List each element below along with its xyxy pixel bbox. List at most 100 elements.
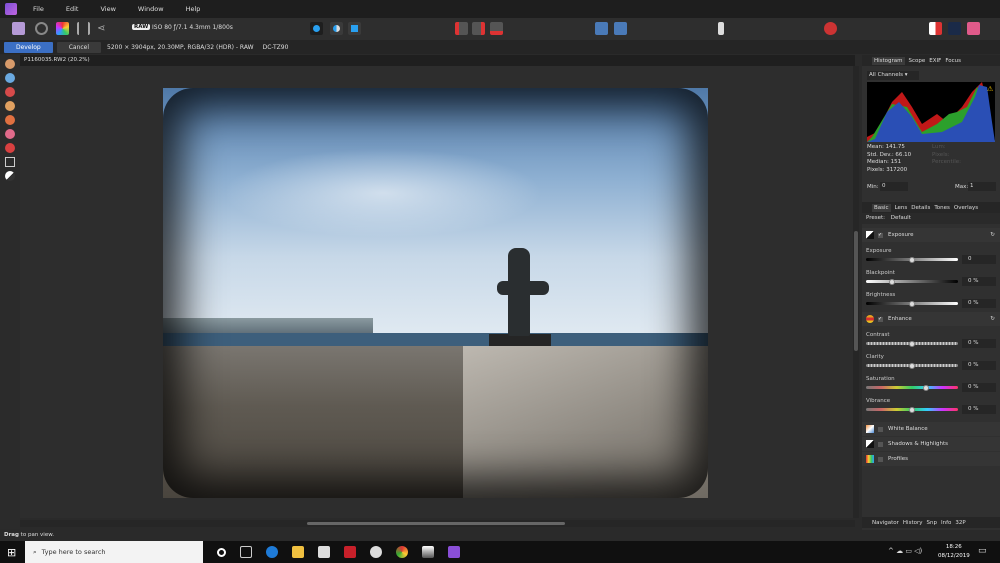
red-eye-tool-icon[interactable] — [5, 87, 15, 97]
saturation-slider[interactable]: 0 % — [866, 383, 1000, 392]
tab-info[interactable]: Info — [941, 520, 951, 526]
blackpoint-value[interactable]: 0 % — [962, 277, 996, 286]
max-field[interactable]: 1 — [968, 182, 996, 191]
overlay-paint-tool-icon[interactable] — [5, 115, 15, 125]
blackpoint-handle[interactable] — [888, 278, 895, 285]
edge-icon[interactable] — [266, 546, 278, 558]
menu-edit[interactable]: Edit — [66, 5, 79, 13]
exposure-checkbox[interactable]: ✓ — [878, 232, 883, 238]
tone-mapping-persona-icon[interactable] — [77, 22, 90, 35]
blackpoint-track[interactable] — [866, 280, 958, 283]
develop-button[interactable]: Develop — [4, 41, 53, 53]
tab-history[interactable]: History — [903, 520, 923, 526]
taskbar-search[interactable]: ⌕ Type here to search — [25, 541, 203, 563]
enhance-section[interactable]: ✓ Enhance ↻ — [862, 312, 1000, 326]
blackpoint-slider[interactable]: 0 % — [866, 277, 1000, 286]
photo-preview[interactable] — [163, 88, 708, 498]
brightness-value[interactable]: 0 % — [962, 299, 996, 308]
tab-overlays[interactable]: Overlays — [954, 205, 978, 211]
contrast-value[interactable]: 0 % — [962, 339, 996, 348]
white-balance-section[interactable]: White Balance — [862, 422, 1000, 436]
liquify-persona-icon[interactable] — [35, 22, 48, 35]
menu-view[interactable]: View — [100, 5, 115, 13]
tab-basic[interactable]: Basic — [872, 203, 891, 212]
clipping-tones-icon[interactable] — [490, 22, 503, 35]
enhance-checkbox[interactable]: ✓ — [878, 316, 883, 322]
overlay-icon[interactable] — [948, 22, 961, 35]
color-picker-icon[interactable] — [967, 22, 980, 35]
exposure-section[interactable]: ✓ Exposure ↻ — [862, 228, 1000, 242]
share-icon[interactable]: ⋖ — [97, 22, 110, 35]
menu-help[interactable]: Help — [186, 5, 201, 13]
affinity-develop-icon[interactable] — [370, 546, 382, 558]
horizontal-scrollbar[interactable] — [20, 520, 855, 527]
menu-file[interactable]: File — [33, 5, 44, 13]
mcafee-icon[interactable] — [344, 546, 356, 558]
shadows-highlights-section[interactable]: Shadows & Highlights — [862, 437, 1000, 451]
tab-exif[interactable]: EXIF — [929, 58, 941, 64]
tab-details[interactable]: Details — [911, 205, 930, 211]
photo-persona-icon[interactable] — [12, 22, 25, 35]
saturation-track[interactable] — [866, 386, 958, 389]
crop-tool-icon[interactable] — [5, 157, 15, 167]
photos-icon[interactable] — [422, 546, 434, 558]
reset-exposure-icon[interactable]: ↻ — [990, 232, 995, 238]
vertical-scrollbar[interactable] — [853, 66, 859, 518]
hand-tool-icon[interactable] — [5, 59, 15, 69]
profiles-section[interactable]: Profiles — [862, 452, 1000, 466]
tab-focus[interactable]: Focus — [945, 58, 961, 64]
task-view-icon[interactable] — [240, 546, 252, 558]
show-after-icon[interactable] — [614, 22, 627, 35]
channel-select[interactable]: All Channels ▾ — [867, 71, 919, 80]
preset-select[interactable]: Preset: Default — [862, 213, 1000, 224]
affinity-photo-logo[interactable] — [5, 3, 17, 15]
tab-snapshots[interactable]: Snp — [927, 520, 937, 526]
mirror-view-icon[interactable] — [348, 22, 361, 35]
document-tab[interactable]: P1160035.RW2 (20.2%) — [20, 55, 855, 66]
exposure-slider[interactable]: 0 — [866, 255, 1000, 264]
cortana-icon[interactable] — [217, 547, 226, 557]
develop-persona-icon[interactable] — [56, 22, 69, 35]
show-before-icon[interactable] — [595, 22, 608, 35]
overlay-erase-tool-icon[interactable] — [5, 129, 15, 139]
tab-tones[interactable]: Tones — [934, 205, 950, 211]
reset-icon[interactable] — [824, 22, 837, 35]
clock-date[interactable]: 08/12/2019 — [938, 552, 970, 561]
file-explorer-icon[interactable] — [292, 546, 304, 558]
cancel-button[interactable]: Cancel — [56, 41, 102, 53]
exposure-value[interactable]: 0 — [962, 255, 996, 264]
vibrance-value[interactable]: 0 % — [962, 405, 996, 414]
affinity-photo-icon[interactable] — [448, 546, 460, 558]
overlay-gradient-tool-icon[interactable] — [5, 143, 15, 153]
clipping-highlights-icon[interactable] — [455, 22, 468, 35]
clock-time[interactable]: 18:26 — [938, 543, 970, 552]
tab-histogram[interactable]: Histogram — [872, 56, 905, 65]
blemish-removal-tool-icon[interactable] — [5, 101, 15, 111]
brightness-handle[interactable] — [909, 300, 915, 307]
shadows-highlights-checkbox[interactable] — [878, 441, 883, 447]
exposure-handle[interactable] — [909, 256, 915, 263]
split-view-icon[interactable] — [330, 22, 343, 35]
white-balance-tool-icon[interactable] — [5, 171, 15, 181]
clipping-shadows-icon[interactable] — [472, 22, 485, 35]
contrast-slider[interactable]: 0 % — [866, 339, 1000, 348]
clarity-handle[interactable] — [909, 362, 915, 369]
saturation-value[interactable]: 0 % — [962, 383, 996, 392]
clarity-value[interactable]: 0 % — [962, 361, 996, 370]
assistant-icon[interactable] — [718, 22, 724, 35]
mask-icon[interactable] — [929, 22, 942, 35]
zoom-tool-icon[interactable] — [5, 73, 15, 83]
tab-scope[interactable]: Scope — [909, 58, 926, 64]
min-field[interactable]: 0 — [880, 182, 908, 191]
profiles-checkbox[interactable] — [878, 456, 883, 462]
brightness-slider[interactable]: 0 % — [866, 299, 1000, 308]
contrast-handle[interactable] — [909, 340, 915, 347]
notifications-icon[interactable]: ▭ — [978, 546, 987, 556]
chrome-icon[interactable] — [396, 546, 408, 558]
tab-navigator[interactable]: Navigator — [872, 520, 899, 526]
clarity-slider[interactable]: 0 % — [866, 361, 1000, 370]
tray-icons[interactable]: ^ ☁ ▭ ◁) — [888, 547, 922, 555]
vibrance-slider[interactable]: 0 % — [866, 405, 1000, 414]
mail-icon[interactable] — [318, 546, 330, 558]
vibrance-handle[interactable] — [909, 406, 915, 413]
